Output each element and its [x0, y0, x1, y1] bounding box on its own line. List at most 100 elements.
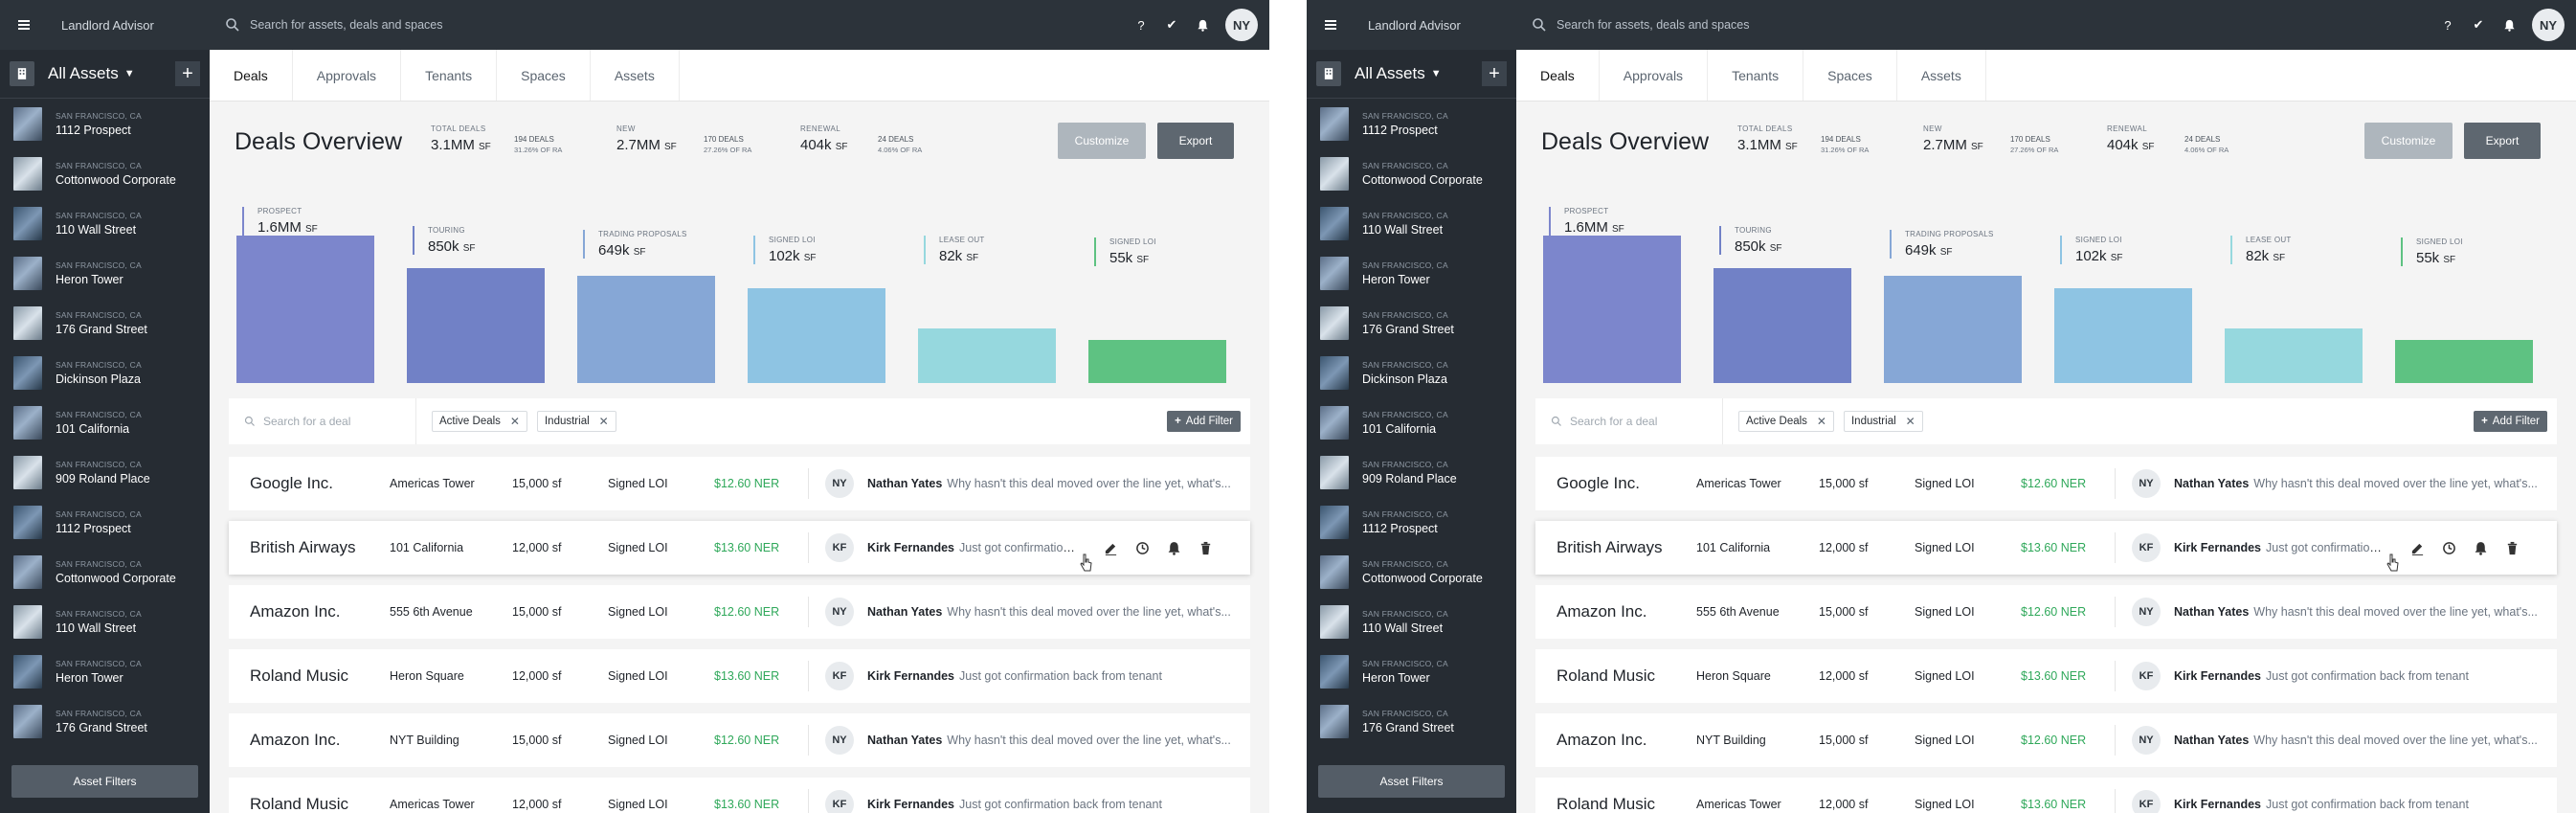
asset-item[interactable]: SAN FRANCISCO, CA 101 California [1307, 397, 1516, 447]
trash-icon[interactable] [2497, 538, 2528, 557]
asset-text: SAN FRANCISCO, CA 1112 Prospect [1362, 111, 1448, 137]
asset-item[interactable]: SAN FRANCISCO, CA 909 Roland Place [0, 447, 210, 497]
deal-row[interactable]: Amazon Inc. 555 6th Avenue 15,000 sf Signed… [1535, 585, 2557, 639]
asset-item[interactable]: SAN FRANCISCO, CA Cottonwood Corporate [0, 547, 210, 597]
asset-item[interactable]: SAN FRANCISCO, CA Dickinson Plaza [0, 348, 210, 397]
close-icon[interactable]: ✕ [1817, 415, 1826, 428]
bell-icon[interactable] [2465, 538, 2497, 557]
check-icon[interactable]: ✔ [1156, 10, 1187, 40]
deal-row[interactable]: Roland Music Heron Square 12,000 sf Signed … [229, 649, 1250, 703]
deal-row[interactable]: Amazon Inc. NYT Building 15,000 sf Signed L… [229, 713, 1250, 767]
asset-item[interactable]: SAN FRANCISCO, CA 110 Wall Street [1307, 597, 1516, 646]
deal-row[interactable]: Roland Music Heron Square 12,000 sf Signed … [1535, 649, 2557, 703]
asset-item[interactable]: SAN FRANCISCO, CA 176 Grand Street [0, 298, 210, 348]
assets-selector[interactable]: All Assets ▼ + [0, 50, 210, 99]
deal-row[interactable]: Roland Music Americas Tower 12,000 sf Signe… [1535, 778, 2557, 813]
asset-item[interactable]: SAN FRANCISCO, CA 176 Grand Street [1307, 696, 1516, 746]
check-icon[interactable]: ✔ [2463, 10, 2494, 40]
close-icon[interactable]: ✕ [510, 415, 520, 428]
global-search[interactable]: Search for assets, deals and spaces ? ✔ … [1516, 0, 2576, 50]
filter-chip[interactable]: Active Deals ✕ [1738, 411, 1834, 432]
help-icon[interactable]: ? [1126, 10, 1156, 40]
asset-city: SAN FRANCISCO, CA [56, 160, 142, 170]
total-deals-detail: 194 DEALS 31.26% OF RA [514, 134, 562, 155]
assets-selector[interactable]: All Assets ▼ + [1307, 50, 1516, 99]
add-asset-button[interactable]: + [1482, 61, 1507, 86]
asset-item[interactable]: SAN FRANCISCO, CA 1112 Prospect [0, 99, 210, 148]
asset-item[interactable]: SAN FRANCISCO, CA 909 Roland Place [1307, 447, 1516, 497]
funnel-stage-label: SIGNED LOI 102k SF [753, 236, 816, 264]
asset-item[interactable]: SAN FRANCISCO, CA 110 Wall Street [0, 597, 210, 646]
add-asset-button[interactable]: + [175, 61, 200, 86]
asset-item[interactable]: SAN FRANCISCO, CA 110 Wall Street [1307, 198, 1516, 248]
deal-row[interactable]: British Airways 101 California 12,000 sf Si… [1535, 521, 2557, 575]
filter-chip[interactable]: Industrial ✕ [536, 411, 616, 432]
tab-assets[interactable]: Assets [591, 50, 680, 101]
bell-icon[interactable] [1158, 538, 1190, 557]
deal-row[interactable]: Google Inc. Americas Tower 15,000 sf Signed… [1535, 457, 2557, 510]
asset-filters-button[interactable]: Asset Filters [11, 765, 198, 798]
filter-chip[interactable]: Active Deals ✕ [432, 411, 527, 432]
deal-row[interactable]: Amazon Inc. NYT Building 15,000 sf Signed L… [1535, 713, 2557, 767]
tab-deals[interactable]: Deals [1516, 50, 1600, 101]
help-icon[interactable]: ? [2432, 10, 2463, 40]
funnel-bar [918, 328, 1056, 383]
deal-row[interactable]: Google Inc. Americas Tower 15,000 sf Signed… [229, 457, 1250, 510]
asset-item[interactable]: SAN FRANCISCO, CA Cottonwood Corporate [0, 148, 210, 198]
asset-item[interactable]: SAN FRANCISCO, CA Cottonwood Corporate [1307, 547, 1516, 597]
asset-item[interactable]: SAN FRANCISCO, CA Heron Tower [1307, 248, 1516, 298]
add-filter-button[interactable]: + Add Filter [2474, 411, 2547, 432]
customize-button[interactable]: Customize [1058, 123, 1146, 159]
avatar: NY [825, 598, 854, 626]
funnel-bar [1088, 340, 1226, 383]
tab-spaces[interactable]: Spaces [1803, 50, 1897, 101]
menu-icon[interactable] [0, 0, 48, 50]
tab-approvals[interactable]: Approvals [1600, 50, 1709, 101]
deal-row[interactable]: British Airways 101 California 12,000 sf Si… [229, 521, 1250, 575]
filter-chip[interactable]: Industrial ✕ [1843, 411, 1923, 432]
asset-item[interactable]: SAN FRANCISCO, CA 176 Grand Street [0, 696, 210, 746]
asset-item[interactable]: SAN FRANCISCO, CA 101 California [0, 397, 210, 447]
deal-search[interactable]: Search for a deal [1535, 398, 1723, 444]
tab-deals[interactable]: Deals [210, 50, 293, 101]
edit-icon[interactable] [1095, 538, 1127, 557]
asset-item[interactable]: SAN FRANCISCO, CA Cottonwood Corporate [1307, 148, 1516, 198]
edit-icon[interactable] [2402, 538, 2433, 557]
asset-item[interactable]: SAN FRANCISCO, CA Dickinson Plaza [1307, 348, 1516, 397]
global-search[interactable]: Search for assets, deals and spaces ? ✔ … [210, 0, 1269, 50]
tab-spaces[interactable]: Spaces [497, 50, 591, 101]
asset-item[interactable]: SAN FRANCISCO, CA 1112 Prospect [1307, 99, 1516, 148]
customize-button[interactable]: Customize [2364, 123, 2453, 159]
close-icon[interactable]: ✕ [599, 415, 609, 428]
asset-item[interactable]: SAN FRANCISCO, CA 176 Grand Street [1307, 298, 1516, 348]
close-icon[interactable]: ✕ [1906, 415, 1915, 428]
user-avatar[interactable]: NY [2532, 9, 2565, 41]
mouse-cursor-icon [2386, 553, 2400, 573]
asset-thumbnail [1320, 405, 1349, 440]
menu-icon[interactable] [1307, 0, 1355, 50]
bell-icon[interactable] [1187, 10, 1218, 40]
deal-last-message: Kirk Fernandes Just got confirmation... [2174, 541, 2385, 554]
asset-item[interactable]: SAN FRANCISCO, CA 110 Wall Street [0, 198, 210, 248]
tab-approvals[interactable]: Approvals [293, 50, 402, 101]
tab-tenants[interactable]: Tenants [1708, 50, 1804, 101]
trash-icon[interactable] [1190, 538, 1221, 557]
tab-tenants[interactable]: Tenants [401, 50, 498, 101]
tab-assets[interactable]: Assets [1897, 50, 1986, 101]
asset-item[interactable]: SAN FRANCISCO, CA 1112 Prospect [0, 497, 210, 547]
asset-item[interactable]: SAN FRANCISCO, CA Heron Tower [1307, 646, 1516, 696]
asset-item[interactable]: SAN FRANCISCO, CA 1112 Prospect [1307, 497, 1516, 547]
bell-icon[interactable] [2494, 10, 2524, 40]
clock-icon[interactable] [2433, 538, 2465, 557]
export-button[interactable]: Export [1157, 123, 1234, 159]
asset-item[interactable]: SAN FRANCISCO, CA Heron Tower [0, 646, 210, 696]
clock-icon[interactable] [1127, 538, 1158, 557]
deal-search[interactable]: Search for a deal [229, 398, 416, 444]
add-filter-button[interactable]: + Add Filter [1167, 411, 1241, 432]
deal-row[interactable]: Amazon Inc. 555 6th Avenue 15,000 sf Signed… [229, 585, 1250, 639]
asset-item[interactable]: SAN FRANCISCO, CA Heron Tower [0, 248, 210, 298]
user-avatar[interactable]: NY [1225, 9, 1258, 41]
asset-filters-button[interactable]: Asset Filters [1318, 765, 1505, 798]
export-button[interactable]: Export [2464, 123, 2541, 159]
deal-row[interactable]: Roland Music Americas Tower 12,000 sf Signe… [229, 778, 1250, 813]
